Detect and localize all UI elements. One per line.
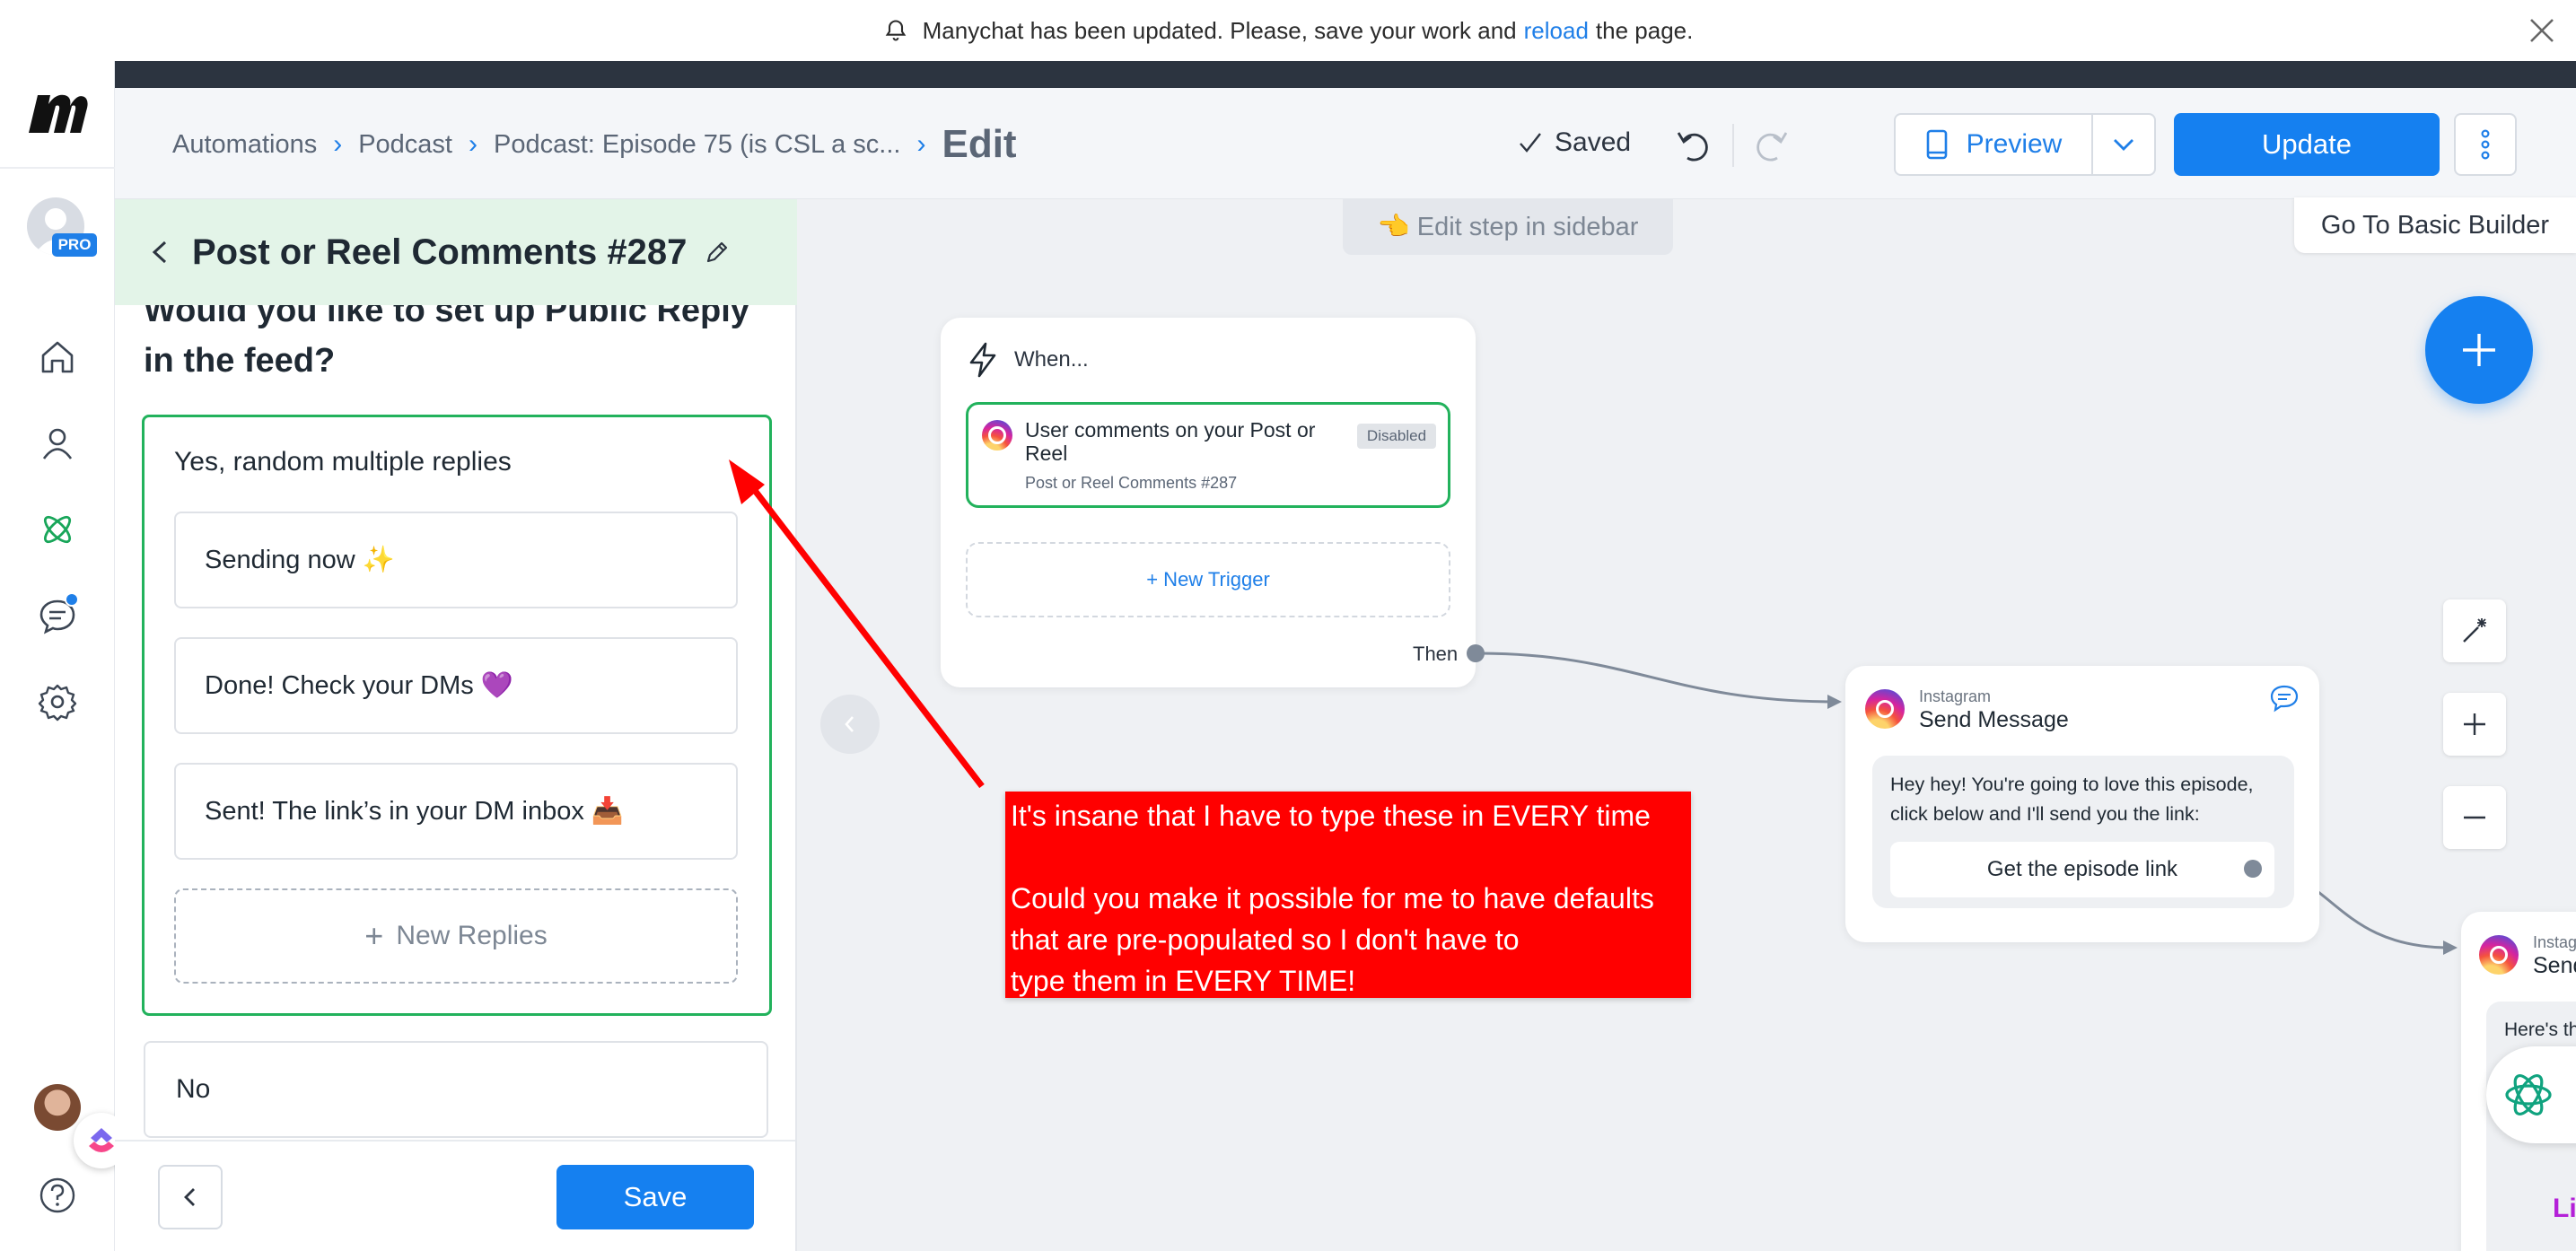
- annotation-line: Could you make it possible for me to hav…: [1011, 882, 1654, 914]
- comment-icon: [2270, 685, 2299, 713]
- trigger-title: User comments on your Post or Reel: [1025, 418, 1316, 465]
- chatgpt-icon[interactable]: [2486, 1046, 2576, 1143]
- chatgpt-logo: [2505, 1074, 2552, 1115]
- message-text: Here's th: [2504, 1019, 2576, 1040]
- then-label: Then: [1413, 643, 1459, 665]
- output-port[interactable]: [1467, 644, 1485, 662]
- instagram-icon: [1865, 689, 1905, 729]
- annotation-line: It's insane that I have to type these in…: [1011, 800, 1651, 832]
- lightning-icon: [969, 342, 996, 378]
- message-button[interactable]: Get the episode link: [1890, 842, 2274, 897]
- button-output-port[interactable]: [2244, 860, 2262, 878]
- card-title: Send Message: [1919, 707, 2069, 732]
- annotation-callout: It's insane that I have to type these in…: [1005, 792, 1691, 998]
- annotation-line: that are pre-populated so I don't have t…: [1011, 923, 1520, 956]
- annotation-line: type them in EVERY TIME!: [1011, 965, 1356, 997]
- card-footer-text: Li: [2553, 1194, 2576, 1223]
- instagram-icon: [982, 420, 1012, 451]
- card-channel: Instagram: [1919, 687, 1992, 705]
- message-text: Hey hey! You're going to love this episo…: [1890, 774, 2254, 825]
- annotation-spacer: [1011, 836, 1686, 878]
- when-text: When...: [1014, 347, 1089, 372]
- when-label: When...: [966, 341, 1089, 379]
- trigger-subtitle: Post or Reel Comments #287: [1025, 474, 1238, 492]
- card-title: Send: [2533, 953, 2576, 978]
- status-badge: Disabled: [1357, 424, 1436, 449]
- card-channel: Instagr: [2533, 933, 2576, 951]
- new-trigger-button[interactable]: + New Trigger: [966, 542, 1450, 617]
- instagram-icon: [2479, 935, 2519, 975]
